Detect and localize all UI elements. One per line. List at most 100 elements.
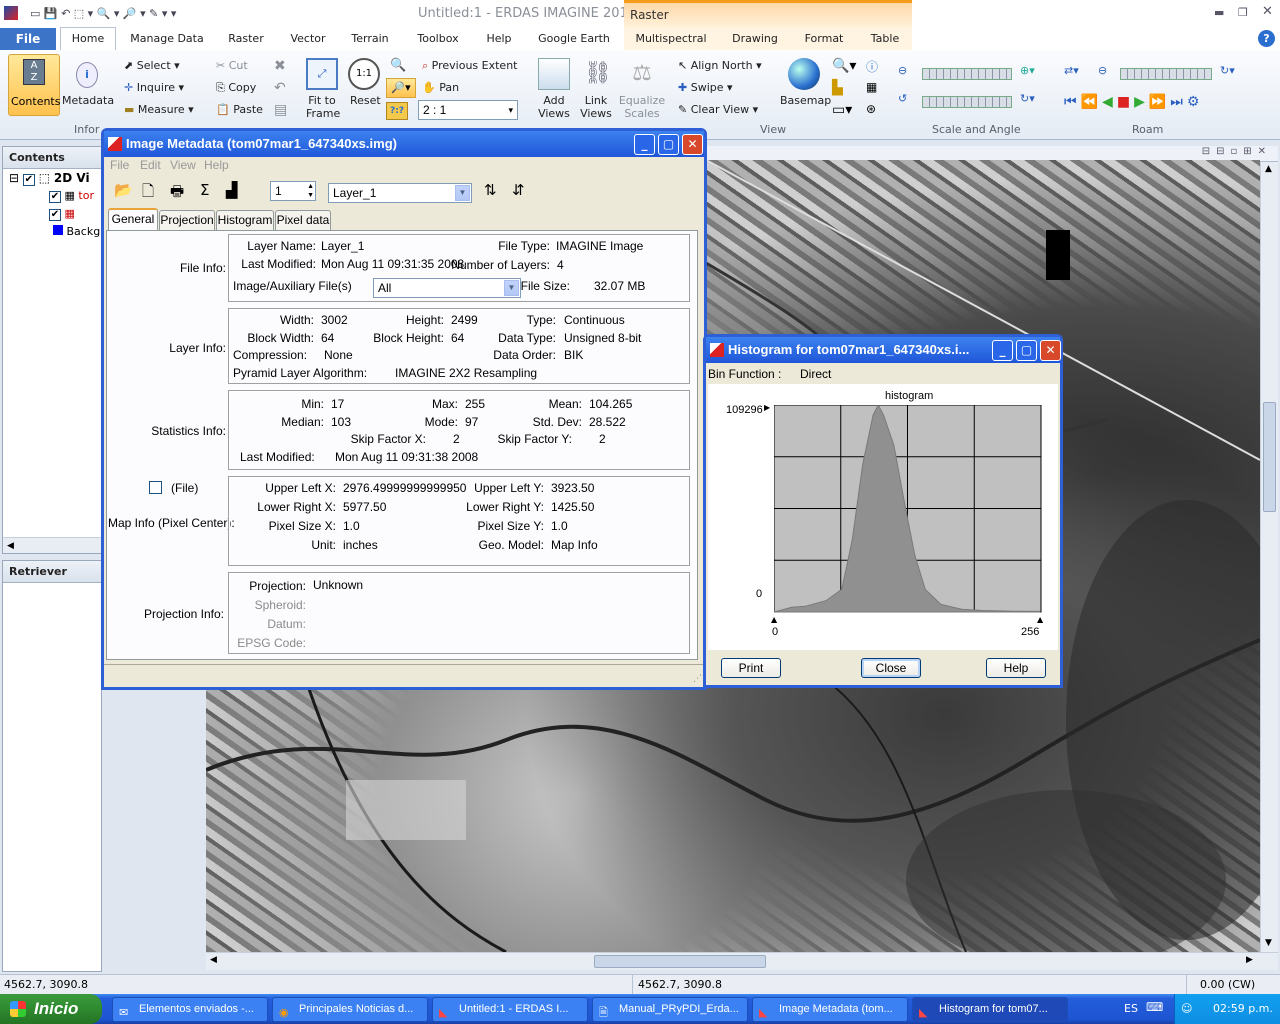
start-button[interactable]: Inicio bbox=[0, 994, 102, 1024]
north-icon[interactable]: ⊛ bbox=[866, 102, 876, 116]
previous-extent-button[interactable]: ⌕ Previous Extent bbox=[422, 59, 517, 73]
roam-slider[interactable] bbox=[1120, 68, 1212, 80]
tab-help[interactable]: Help bbox=[480, 28, 518, 50]
messenger-icon[interactable]: ☺ bbox=[1181, 994, 1192, 1024]
zoom-in-icon[interactable]: 🔍 bbox=[390, 58, 406, 73]
sigma-icon[interactable]: Σ bbox=[200, 181, 209, 199]
swipe-button[interactable]: ✚ Swipe ▾ bbox=[678, 81, 733, 94]
tree-layer-background[interactable]: ✔ ▦ bbox=[49, 207, 75, 221]
magnifier-icon[interactable]: 🔍▾ bbox=[832, 58, 856, 74]
scroll-up-icon[interactable]: ▲ bbox=[1265, 164, 1272, 174]
add-views-label[interactable]: Add Views bbox=[534, 94, 574, 120]
roam-mode-icon[interactable]: ⇄▾ bbox=[1064, 64, 1079, 77]
clipboard-icon[interactable]: ▤ bbox=[274, 102, 287, 118]
tab-multispectral[interactable]: Multispectral bbox=[634, 28, 708, 50]
checkbox[interactable]: ✔ bbox=[49, 209, 61, 221]
sort-up-icon[interactable]: ⇅ bbox=[484, 181, 497, 199]
measure-button[interactable]: ▬ Measure ▾ bbox=[124, 103, 194, 116]
align-north-button[interactable]: ↖ Align North ▾ bbox=[678, 59, 762, 72]
resize-grip-icon[interactable]: ⋰ bbox=[693, 674, 702, 684]
tab-home[interactable]: Home bbox=[60, 27, 116, 51]
print-button[interactable]: Print bbox=[721, 658, 781, 678]
viewer-controls[interactable]: ⊟⊟▫⊞✕ bbox=[1202, 146, 1272, 157]
fit-to-frame-icon[interactable]: ⤢ bbox=[306, 58, 338, 90]
menu-help[interactable]: Help bbox=[204, 158, 229, 172]
tab-terrain[interactable]: Terrain bbox=[346, 28, 394, 50]
keyboard-icon[interactable]: ⌨ bbox=[1146, 1000, 1163, 1014]
taskbar-item-erdas[interactable]: ◣ Untitled:1 - ERDAS I... bbox=[432, 997, 588, 1022]
tree-background-label-row[interactable]: Backg bbox=[53, 225, 100, 238]
tree-layer-image[interactable]: ✔ ▦ tor bbox=[49, 189, 94, 203]
help-icon[interactable]: ? bbox=[1258, 30, 1275, 47]
scroll-thumb-v[interactable] bbox=[1263, 402, 1276, 512]
undo-icon[interactable]: ↶ bbox=[274, 80, 286, 96]
spin-icon[interactable]: ▲ ▼ bbox=[307, 182, 314, 200]
tab-format[interactable]: Format bbox=[800, 28, 848, 50]
chevron-down-icon[interactable]: ▼ bbox=[455, 185, 470, 201]
rotate-cw-icon[interactable]: ↻▾ bbox=[1020, 92, 1035, 105]
angle-slider[interactable] bbox=[922, 96, 1012, 108]
checkbox[interactable]: ✔ bbox=[22, 174, 35, 186]
scale-slider[interactable] bbox=[922, 68, 1012, 80]
zoom-in-small-icon[interactable]: ⊕▾ bbox=[1020, 64, 1035, 77]
viewer-hscrollbar[interactable]: ◀ ▶ bbox=[206, 952, 1278, 970]
play-back-icon[interactable]: ◀ bbox=[1102, 94, 1117, 110]
metadata-titlebar[interactable]: Image Metadata (tom07mar1_647340xs.img) bbox=[104, 131, 704, 157]
tab-google-earth[interactable]: Google Earth bbox=[534, 28, 614, 50]
roam-speed-icon[interactable]: ⊖ bbox=[1098, 64, 1107, 77]
contents-hscrollbar[interactable]: ◀ bbox=[3, 537, 101, 553]
x-max-marker-icon[interactable]: ▲ bbox=[1037, 615, 1043, 624]
fit-to-frame-label[interactable]: Fit to Frame bbox=[306, 94, 340, 120]
scales-icon[interactable]: ⚖ bbox=[626, 58, 658, 90]
inquire-button[interactable]: ✛ Inquire ▾ bbox=[124, 81, 184, 94]
tab-vector[interactable]: Vector bbox=[284, 28, 332, 50]
layer-combo[interactable]: Layer_1 ▼ bbox=[328, 183, 472, 203]
tab-general[interactable]: General bbox=[108, 208, 158, 231]
sort-down-icon[interactable]: ⇵ bbox=[512, 181, 525, 199]
first-icon[interactable]: ⏮ bbox=[1064, 94, 1081, 110]
open-folder-icon[interactable]: 📂 bbox=[114, 181, 133, 199]
link-views-label[interactable]: Link Views bbox=[576, 94, 616, 120]
reset-zoom-icon[interactable]: 1:1 bbox=[348, 58, 380, 90]
zoom-out-icon[interactable]: ⊖ bbox=[898, 64, 907, 77]
options-icon[interactable]: ⚙ bbox=[1187, 94, 1204, 110]
maximize-button[interactable]: ▢ bbox=[1016, 340, 1037, 361]
scroll-right-icon[interactable]: ▶ bbox=[1246, 955, 1253, 965]
viewer-vscrollbar[interactable]: ▲ ▼ bbox=[1260, 162, 1278, 954]
grid-icon[interactable]: ▦ bbox=[866, 80, 877, 94]
paste-button[interactable]: 📋 Paste bbox=[216, 103, 263, 116]
y-max-marker-icon[interactable]: ▶ bbox=[764, 403, 770, 412]
step-forward-icon[interactable]: ⏩ bbox=[1149, 94, 1170, 110]
select-button[interactable]: ⬈ Select ▾ bbox=[124, 59, 180, 72]
taskbar-item-metadata[interactable]: ◣ Image Metadata (tom... bbox=[752, 997, 908, 1022]
aux-files-combo[interactable]: All ▼ bbox=[373, 278, 521, 298]
basemap-label[interactable]: Basemap bbox=[780, 94, 831, 107]
close-button[interactable]: ✕ bbox=[682, 134, 703, 155]
histogram-icon[interactable]: ▟ bbox=[226, 181, 238, 199]
printer-icon[interactable]: 🖶 bbox=[170, 181, 184, 206]
stop-icon[interactable]: ■ bbox=[1117, 94, 1134, 110]
info-icon[interactable]: ⓘ bbox=[866, 58, 878, 75]
maximize-button[interactable]: ▢ bbox=[658, 134, 679, 155]
equalize-scales-label[interactable]: Equalize Scales bbox=[618, 94, 666, 120]
menu-edit[interactable]: Edit bbox=[140, 158, 161, 172]
app-icon[interactable] bbox=[4, 6, 18, 20]
metadata-icon[interactable]: i bbox=[76, 62, 98, 88]
pan-button[interactable]: ✋ Pan bbox=[422, 81, 459, 94]
tab-table[interactable]: Table bbox=[866, 28, 904, 50]
chevron-left-icon[interactable]: ◀ bbox=[3, 541, 14, 551]
minimize-button[interactable]: _ bbox=[634, 134, 655, 155]
zoom-ratio-combo[interactable]: 2 : 1 ▾ bbox=[418, 100, 518, 120]
taskbar-item-histogram[interactable]: ◣ Histogram for tom07... bbox=[912, 997, 1068, 1022]
clock[interactable]: 02:59 p.m. bbox=[1213, 994, 1273, 1024]
taskbar-item-word[interactable]: 🗎 Manual_PRyPDI_Erda... bbox=[592, 997, 748, 1022]
help-button[interactable]: Help bbox=[986, 658, 1046, 678]
menu-file[interactable]: File bbox=[110, 158, 129, 172]
cut-button[interactable]: ✂ Cut bbox=[216, 59, 248, 72]
legend-icon[interactable]: ▭▾ bbox=[832, 102, 852, 118]
x-min-marker-icon[interactable]: ▲ bbox=[771, 615, 777, 624]
file-checkbox[interactable] bbox=[149, 481, 162, 494]
zoom-help-button[interactable]: ?:? bbox=[386, 102, 408, 120]
play-icon[interactable]: ▶ bbox=[1134, 94, 1149, 110]
copy-button[interactable]: ⎘ Copy bbox=[216, 81, 256, 95]
